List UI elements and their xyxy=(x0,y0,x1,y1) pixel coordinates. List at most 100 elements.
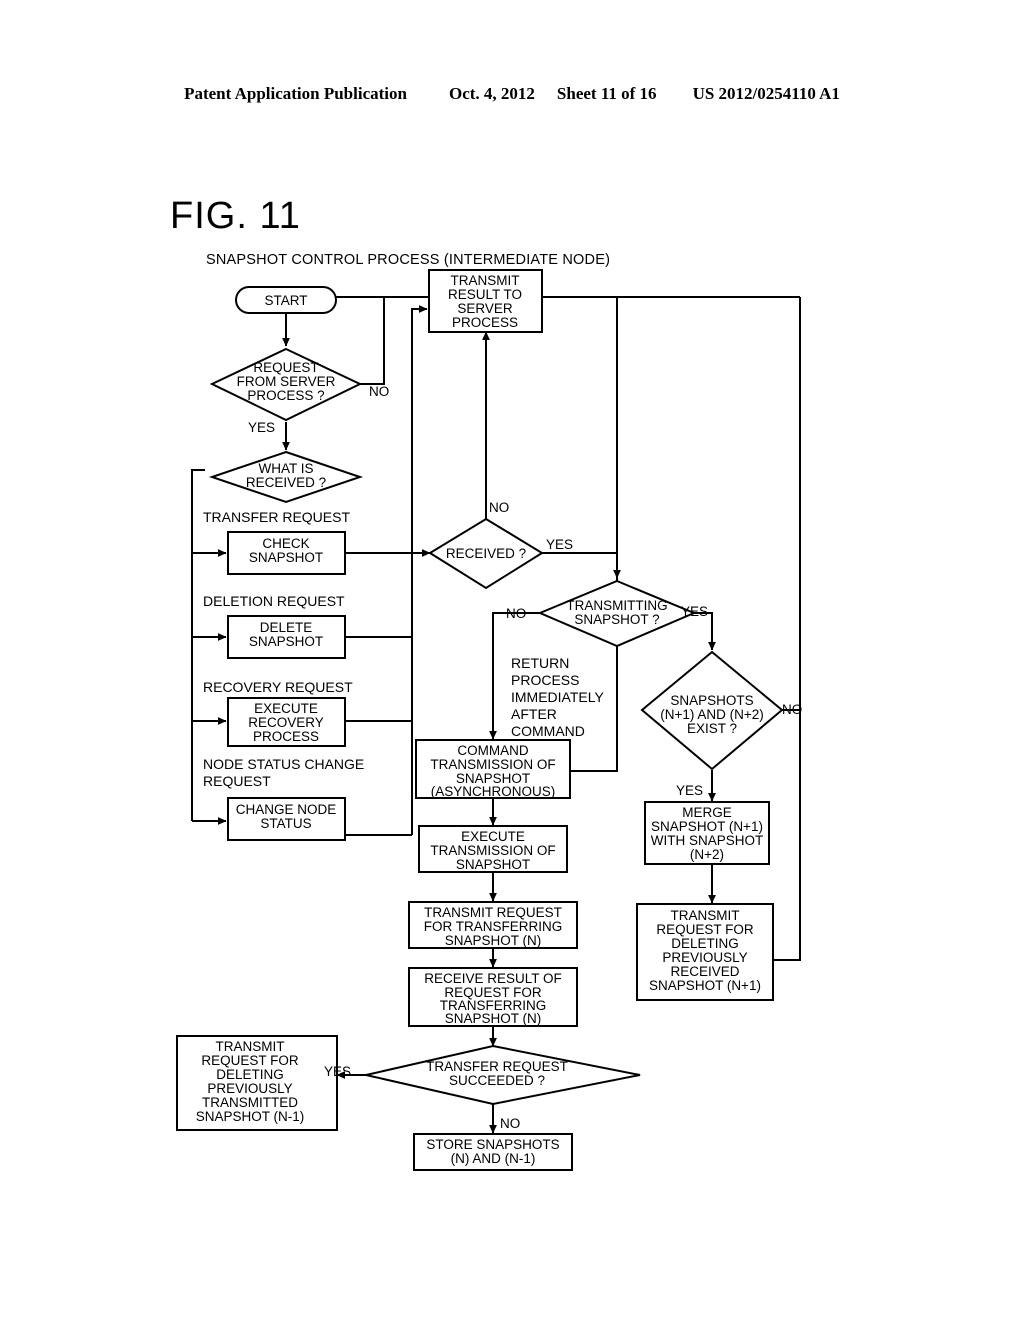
node-del-trans-line1: TRANSMIT xyxy=(216,1039,285,1054)
label-snapshots-no: NO xyxy=(782,702,802,717)
node-del-recv-line4: PREVIOUSLY xyxy=(662,950,747,965)
node-execute-recovery-line1: EXECUTE xyxy=(254,701,318,716)
label-request-yes: YES xyxy=(248,420,275,435)
label-transmitting-no: NO xyxy=(506,606,526,621)
node-merge-line4: (N+2) xyxy=(690,847,724,862)
node-snapshots-line1: SNAPSHOTS xyxy=(670,693,753,708)
node-execute-trans-line1: EXECUTE xyxy=(461,829,525,844)
label-transmitting-yes: YES xyxy=(681,604,708,619)
node-receive-result-line4: SNAPSHOT (N) xyxy=(445,1011,542,1026)
label-branch-recovery: RECOVERY REQUEST xyxy=(203,679,353,695)
node-received-label: RECEIVED ? xyxy=(446,546,526,561)
node-del-trans-line4: PREVIOUSLY xyxy=(207,1081,292,1096)
node-del-recv-line6: SNAPSHOT (N+1) xyxy=(649,978,761,993)
node-what-is-received[interactable]: WHAT IS RECEIVED ? xyxy=(208,450,364,504)
node-transmitting-line2: SNAPSHOT ? xyxy=(574,612,659,627)
node-command-line4: (ASYNCHRONOUS) xyxy=(431,784,556,799)
node-transmit-result-line4: PROCESS xyxy=(452,315,518,330)
label-branch-node-status-2: REQUEST xyxy=(203,773,271,789)
node-delete-snapshot-line2: SNAPSHOT xyxy=(249,634,323,649)
node-store-snapshots[interactable]: STORE SNAPSHOTS (N) AND (N-1) xyxy=(413,1133,573,1171)
node-transmit-delete-transmitted[interactable]: TRANSMIT REQUEST FOR DELETING PREVIOUSLY… xyxy=(176,1035,338,1131)
node-transmitting-snapshot[interactable]: TRANSMITTING SNAPSHOT ? xyxy=(537,579,697,648)
node-del-trans-line6: SNAPSHOT (N-1) xyxy=(196,1109,305,1124)
node-store-line1: STORE SNAPSHOTS xyxy=(426,1137,559,1152)
node-succeeded-line2: SUCCEEDED ? xyxy=(449,1073,545,1088)
label-branch-transfer: TRANSFER REQUEST xyxy=(203,509,350,525)
node-transmit-req-line3: SNAPSHOT (N) xyxy=(445,933,542,948)
node-merge-line2: SNAPSHOT (N+1) xyxy=(651,819,763,834)
edge-received-yes-to-transmitting xyxy=(542,552,621,579)
node-transmitting-line1: TRANSMITTING xyxy=(566,598,667,613)
note-return-line5: COMMAND xyxy=(511,723,585,739)
node-delete-snapshot[interactable]: DELETE SNAPSHOT xyxy=(227,615,346,659)
node-execute-recovery-line3: PROCESS xyxy=(253,729,319,744)
node-request-from-server[interactable]: REQUEST FROM SERVER PROCESS ? xyxy=(209,347,363,422)
node-request-line3: PROCESS ? xyxy=(247,388,324,403)
annotation-return-process: RETURN PROCESS IMMEDIATELY AFTER COMMAND xyxy=(511,655,604,739)
note-return-line3: IMMEDIATELY xyxy=(511,689,604,705)
node-transmit-req-line1: TRANSMIT REQUEST xyxy=(424,905,562,920)
node-snapshots-exist[interactable]: SNAPSHOTS (N+1) AND (N+2) EXIST ? xyxy=(640,650,784,771)
note-return-line4: AFTER xyxy=(511,706,557,722)
node-del-recv-line2: REQUEST FOR xyxy=(656,922,754,937)
node-snapshots-line3: EXIST ? xyxy=(687,721,737,736)
node-command-line2: TRANSMISSION OF xyxy=(430,757,555,772)
node-del-trans-line5: TRANSMITTED xyxy=(202,1095,298,1110)
node-transfer-succeeded[interactable]: TRANSFER REQUEST SUCCEEDED ? xyxy=(365,1044,641,1106)
node-merge-line1: MERGE xyxy=(682,805,732,820)
flowchart-canvas: START REQUEST FROM SERVER PROCESS ? TRAN… xyxy=(176,269,802,1171)
node-check-snapshot-line1: CHECK xyxy=(262,536,309,551)
note-return-line2: PROCESS xyxy=(511,672,579,688)
label-snapshots-yes: YES xyxy=(676,783,703,798)
node-received[interactable]: RECEIVED ? xyxy=(428,517,544,590)
node-transmit-request-transfer[interactable]: TRANSMIT REQUEST FOR TRANSFERRING SNAPSH… xyxy=(408,901,578,949)
node-start-label: START xyxy=(264,293,307,308)
node-start[interactable]: START xyxy=(235,286,337,314)
node-what-received-line1: WHAT IS xyxy=(258,461,313,476)
node-request-line2: FROM SERVER xyxy=(237,374,336,389)
node-execute-recovery[interactable]: EXECUTE RECOVERY PROCESS xyxy=(227,697,346,747)
node-del-recv-line3: DELETING xyxy=(671,936,739,951)
node-del-recv-line5: RECEIVED xyxy=(670,964,739,979)
node-transmit-result-line1: TRANSMIT xyxy=(451,273,520,288)
node-command-transmission[interactable]: COMMAND TRANSMISSION OF SNAPSHOT (ASYNCH… xyxy=(415,739,571,799)
node-check-snapshot[interactable]: CHECK SNAPSHOT xyxy=(227,531,346,575)
node-receive-result[interactable]: RECEIVE RESULT OF REQUEST FOR TRANSFERRI… xyxy=(408,967,578,1027)
node-change-node-line1: CHANGE NODE xyxy=(236,802,337,817)
node-del-trans-line3: DELETING xyxy=(216,1067,284,1082)
node-transmit-req-line2: FOR TRANSFERRING xyxy=(424,919,563,934)
node-del-trans-line2: REQUEST FOR xyxy=(201,1053,299,1068)
patent-figure-sheet: Patent Application Publication Oct. 4, 2… xyxy=(0,0,1024,1320)
label-succeeded-no: NO xyxy=(500,1116,520,1131)
label-branch-deletion: DELETION REQUEST xyxy=(203,593,345,609)
node-execute-recovery-line2: RECOVERY xyxy=(248,715,324,730)
node-succeeded-line1: TRANSFER REQUEST xyxy=(426,1059,568,1074)
node-execute-transmission[interactable]: EXECUTE TRANSMISSION OF SNAPSHOT xyxy=(418,825,568,873)
node-transmit-result[interactable]: TRANSMIT RESULT TO SERVER PROCESS xyxy=(428,269,543,333)
node-receive-result-line1: RECEIVE RESULT OF xyxy=(424,971,562,986)
node-del-recv-line1: TRANSMIT xyxy=(671,908,740,923)
label-received-yes: YES xyxy=(546,537,573,552)
node-request-line1: REQUEST xyxy=(253,360,318,375)
label-received-no: NO xyxy=(489,500,509,515)
node-execute-trans-line2: TRANSMISSION OF xyxy=(430,843,555,858)
edge-transmitting-bottom-to-command-right xyxy=(570,645,618,772)
node-transmit-delete-received[interactable]: TRANSMIT REQUEST FOR DELETING PREVIOUSLY… xyxy=(636,903,774,1001)
node-snapshots-line2: (N+1) AND (N+2) xyxy=(660,707,764,722)
note-return-line1: RETURN xyxy=(511,655,569,671)
node-merge-line3: WITH SNAPSHOT xyxy=(651,833,764,848)
node-store-line2: (N) AND (N-1) xyxy=(451,1151,536,1166)
node-execute-trans-line3: SNAPSHOT xyxy=(456,857,530,872)
node-check-snapshot-line2: SNAPSHOT xyxy=(249,550,323,565)
label-succeeded-yes: YES xyxy=(324,1064,351,1079)
label-branch-node-status-1: NODE STATUS CHANGE xyxy=(203,756,364,772)
edge-far-right-rail xyxy=(772,297,801,961)
node-delete-snapshot-line1: DELETE xyxy=(260,620,313,635)
node-transmit-result-line2: RESULT TO xyxy=(448,287,522,302)
node-change-node-status[interactable]: CHANGE NODE STATUS xyxy=(227,797,346,841)
node-command-line1: COMMAND xyxy=(457,743,528,758)
node-merge-snapshot[interactable]: MERGE SNAPSHOT (N+1) WITH SNAPSHOT (N+2) xyxy=(644,801,770,865)
node-what-received-line2: RECEIVED ? xyxy=(246,475,326,490)
node-change-node-line2: STATUS xyxy=(260,816,311,831)
